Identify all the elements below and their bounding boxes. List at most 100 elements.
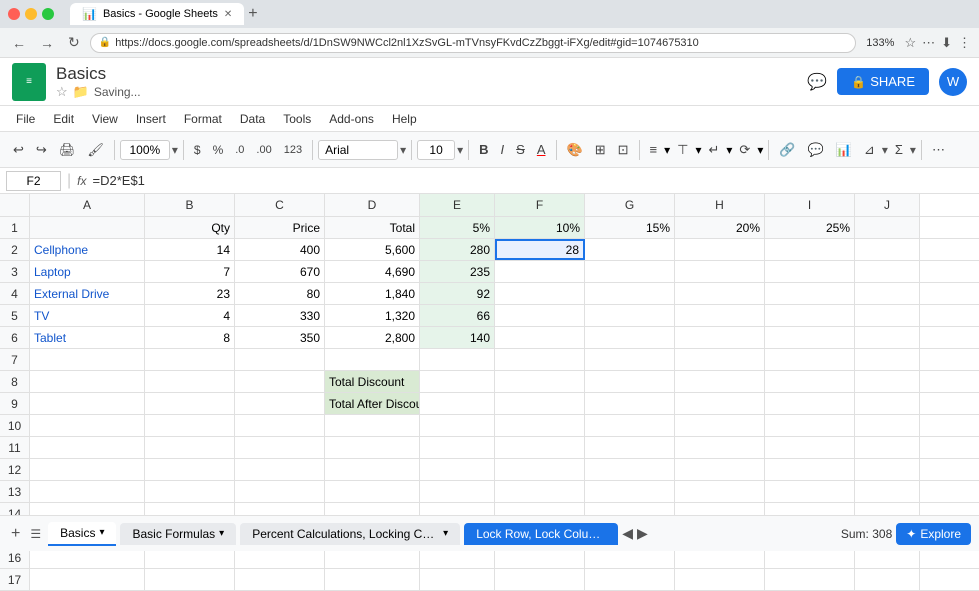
cell-j13[interactable] [855,481,920,502]
star-icon[interactable]: ☆ [56,84,68,100]
cell-i1[interactable]: 25% [765,217,855,238]
cell-g10[interactable] [585,415,675,436]
cell-g4[interactable] [585,283,675,304]
col-header-d[interactable]: D [325,194,420,216]
cell-f1[interactable]: 10% [495,217,585,238]
cell-j9[interactable] [855,393,920,414]
decimal-increase-button[interactable]: .00 [251,141,276,159]
col-header-a[interactable]: A [30,194,145,216]
menu-format[interactable]: Format [176,109,230,129]
font-color-button[interactable]: A [532,139,551,160]
cell-a7[interactable] [30,349,145,370]
filter-button[interactable]: ⊿ [859,139,880,161]
decimal-decrease-button[interactable]: .0 [230,141,249,159]
size-dropdown-icon[interactable]: ▾ [457,143,463,157]
cell-a13[interactable] [30,481,145,502]
cell-a10[interactable] [30,415,145,436]
cell-d13[interactable] [325,481,420,502]
cell-i4[interactable] [765,283,855,304]
cell-g13[interactable] [585,481,675,502]
cell-c8[interactable] [235,371,325,392]
cell-g7[interactable] [585,349,675,370]
insert-chart-button[interactable]: 📊 [831,139,857,161]
workspace-avatar[interactable]: W [939,68,967,96]
cell-a9[interactable] [30,393,145,414]
menu-data[interactable]: Data [232,109,273,129]
cell-h6[interactable] [675,327,765,348]
col-header-h[interactable]: H [675,194,765,216]
cell-b10[interactable] [145,415,235,436]
borders-button[interactable]: ⊞ [590,139,611,161]
cell-d5[interactable]: 1,320 [325,305,420,326]
cell-f6[interactable] [495,327,585,348]
cell-d1[interactable]: Total [325,217,420,238]
cell-b11[interactable] [145,437,235,458]
cell-f3[interactable] [495,261,585,282]
undo-button[interactable]: ↩ [8,139,29,161]
close-button[interactable] [8,8,20,20]
menu-addons[interactable]: Add-ons [321,109,382,129]
cell-f10[interactable] [495,415,585,436]
paint-format-button[interactable]: 🖌 [82,139,109,161]
cell-a3[interactable]: Laptop [30,261,145,282]
sheet-tab-basics-dropdown[interactable]: ▾ [99,527,104,538]
cell-i12[interactable] [765,459,855,480]
cell-i9[interactable] [765,393,855,414]
sheet-tab-lock[interactable]: Lock Row, Lock Colum... [464,523,618,545]
col-header-g[interactable]: G [585,194,675,216]
cell-g9[interactable] [585,393,675,414]
cell-j17[interactable] [855,569,920,590]
cell-a12[interactable] [30,459,145,480]
cell-c17[interactable] [235,569,325,590]
cell-c7[interactable] [235,349,325,370]
cell-a4[interactable]: External Drive [30,283,145,304]
cell-c5[interactable]: 330 [235,305,325,326]
cell-i7[interactable] [765,349,855,370]
cell-j7[interactable] [855,349,920,370]
font-dropdown-icon[interactable]: ▾ [400,143,406,157]
cell-b17[interactable] [145,569,235,590]
cell-i10[interactable] [765,415,855,436]
tab-close-icon[interactable]: ✕ [224,9,232,20]
cell-g11[interactable] [585,437,675,458]
col-header-i[interactable]: I [765,194,855,216]
folder-icon[interactable]: 📁 [73,84,89,100]
add-sheet-button[interactable]: + [8,522,23,546]
zoom-control[interactable]: 100% [120,140,170,160]
cell-b5[interactable]: 4 [145,305,235,326]
percent-button[interactable]: % [208,140,229,160]
cell-j6[interactable] [855,327,920,348]
cell-h17[interactable] [675,569,765,590]
cell-d12[interactable] [325,459,420,480]
cell-a1[interactable] [30,217,145,238]
sheet-scroll-left[interactable]: ◀ [622,525,633,542]
cell-f5[interactable] [495,305,585,326]
maximize-button[interactable] [42,8,54,20]
cell-c9[interactable] [235,393,325,414]
cell-e13[interactable] [420,481,495,502]
cell-g3[interactable] [585,261,675,282]
cell-c10[interactable] [235,415,325,436]
new-tab-button[interactable]: + [248,6,257,22]
menu-edit[interactable]: Edit [45,109,82,129]
cell-e10[interactable] [420,415,495,436]
cell-b8[interactable] [145,371,235,392]
cell-j1[interactable] [855,217,920,238]
cell-i8[interactable] [765,371,855,392]
cell-i3[interactable] [765,261,855,282]
currency-button[interactable]: $ [189,140,206,160]
col-header-e[interactable]: E [420,194,495,216]
cell-j11[interactable] [855,437,920,458]
cell-g6[interactable] [585,327,675,348]
browser-tab-active[interactable]: 📊 Basics - Google Sheets ✕ [70,3,244,25]
cell-d6[interactable]: 2,800 [325,327,420,348]
cell-h1[interactable]: 20% [675,217,765,238]
sheet-tab-percent[interactable]: Percent Calculations, Locking Cells, % o… [240,523,460,545]
cell-j8[interactable] [855,371,920,392]
font-size-selector[interactable]: 10 [417,140,455,160]
cell-h11[interactable] [675,437,765,458]
cell-j12[interactable] [855,459,920,480]
cell-h3[interactable] [675,261,765,282]
italic-button[interactable]: I [496,139,510,160]
cell-g2[interactable] [585,239,675,260]
